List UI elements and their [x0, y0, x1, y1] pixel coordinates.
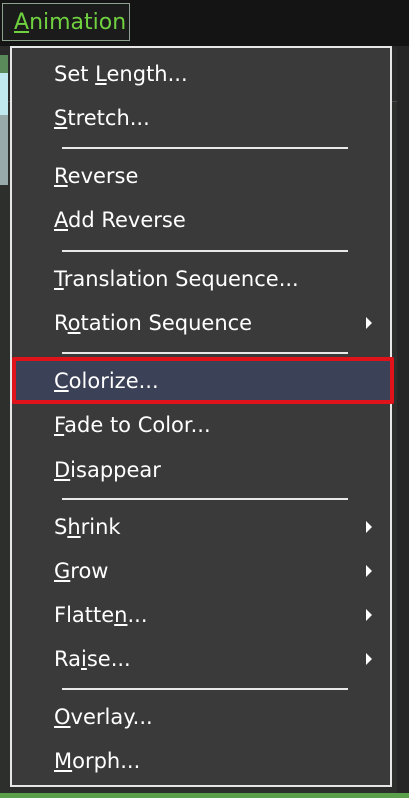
menu-item-fade-to-color[interactable]: Fade to Color... — [12, 405, 390, 445]
submenu-arrow-icon — [366, 609, 372, 621]
background-panel-right — [397, 46, 409, 798]
menu-separator — [62, 688, 348, 690]
menu-item-label: ranslation Sequence... — [63, 267, 299, 291]
menu-item-accelerator: F — [54, 413, 65, 437]
menu-item-morph[interactable]: Morph... — [12, 741, 390, 781]
submenu-arrow-icon — [366, 565, 372, 577]
menu-item-label: Flatte — [54, 603, 115, 627]
menu-item-label: Set — [54, 62, 96, 86]
menu-animation-label: nimation — [29, 10, 127, 35]
menu-item-accelerator: o — [67, 311, 81, 335]
menu-item-label: Ra — [54, 647, 81, 671]
menu-item-label: se... — [86, 647, 131, 671]
submenu-arrow-icon — [366, 317, 372, 329]
menu-item-add-reverse[interactable]: Add Reverse — [12, 200, 390, 240]
menu-separator — [62, 352, 348, 354]
menu-item-label: everse — [67, 164, 139, 188]
menu-item-label: isappear — [70, 458, 161, 482]
menu-item-label: rink — [80, 515, 121, 539]
menu-item-disappear[interactable]: Disappear — [12, 450, 390, 490]
menu-item-label: orph... — [72, 749, 141, 773]
menu-item-accelerator: M — [54, 749, 73, 773]
menu-item-rotation-sequence[interactable]: Rotation Sequence — [12, 303, 390, 343]
menu-item-label: R — [54, 311, 68, 335]
colorize-highlight-box — [12, 357, 394, 404]
menu-item-set-length[interactable]: Set Length... — [12, 54, 390, 94]
menu-item-flatten[interactable]: Flatten... — [12, 595, 390, 635]
menu-item-stretch[interactable]: Stretch... — [12, 98, 390, 138]
menu-item-label: S — [54, 515, 68, 539]
menu-item-accelerator: L — [95, 62, 107, 86]
menu-item-accelerator: T — [54, 267, 64, 291]
menu-item-label: row — [70, 559, 109, 583]
menu-item-accelerator: h — [67, 515, 81, 539]
menu-item-accelerator: n — [114, 603, 128, 627]
background-panel-edge — [0, 55, 8, 185]
menu-item-label: ... — [127, 603, 148, 627]
menu-item-overlay[interactable]: Overlay... — [12, 697, 390, 737]
menu-item-label: ength... — [106, 62, 188, 86]
menu-item-accelerator: O — [54, 705, 71, 729]
menu-item-raise[interactable]: Raise... — [12, 639, 390, 679]
menu-item-translation-sequence[interactable]: Translation Sequence... — [12, 259, 390, 299]
menu-item-reverse[interactable]: Reverse — [12, 156, 390, 196]
menu-item-shrink[interactable]: Shrink — [12, 507, 390, 547]
submenu-arrow-icon — [366, 653, 372, 665]
menu-item-label: dd Reverse — [68, 208, 186, 232]
animation-dropdown-menu: Set Length... Stretch... Reverse Add Rev… — [10, 46, 394, 787]
menu-item-label: verlay... — [70, 705, 153, 729]
background-bottom-edge — [0, 793, 409, 798]
menu-animation[interactable]: Animation — [2, 3, 130, 41]
menu-item-label: ade to Color... — [64, 413, 211, 437]
menu-item-label: tretch... — [67, 106, 150, 130]
menu-item-accelerator: A — [54, 208, 68, 232]
menu-item-accelerator: S — [54, 106, 68, 130]
menu-item-accelerator: R — [54, 164, 68, 188]
menu-item-accelerator: D — [54, 458, 71, 482]
menu-item-grow[interactable]: Grow — [12, 551, 390, 591]
submenu-arrow-icon — [366, 521, 372, 533]
menu-separator — [62, 147, 348, 149]
menu-separator — [62, 498, 348, 500]
menu-animation-accel: A — [14, 10, 30, 35]
menu-separator — [62, 250, 348, 252]
menu-item-label: tation Sequence — [80, 311, 253, 335]
menu-item-accelerator: G — [54, 559, 71, 583]
